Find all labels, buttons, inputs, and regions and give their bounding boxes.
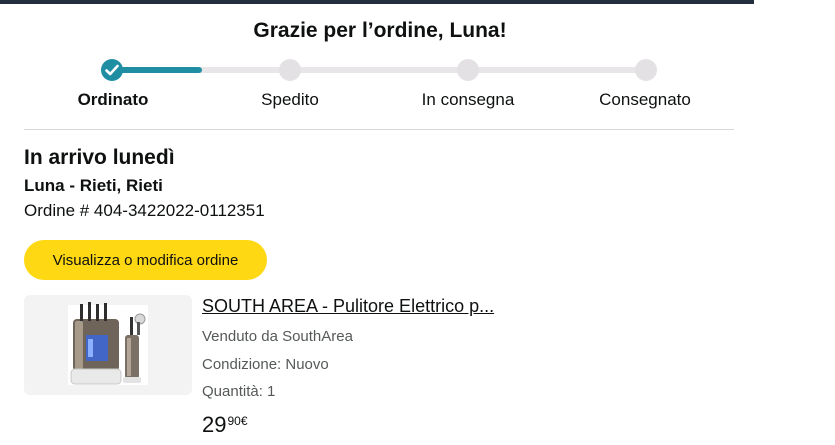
product-title-link[interactable]: SOUTH AREA - Pulitore Elettrico p... [202, 296, 494, 317]
product-price: 2990€ [202, 412, 248, 438]
step-shipped-dot [279, 59, 301, 81]
price-fraction: 90€ [227, 414, 248, 428]
step-delivered-dot [635, 59, 657, 81]
product-image[interactable] [24, 295, 192, 395]
step-label-in-delivery: In consegna [421, 90, 515, 109]
product-condition: Condizione: Nuovo [202, 356, 329, 373]
step-label-ordered: Ordinato [77, 90, 149, 109]
step-in-delivery-dot [457, 59, 479, 81]
progress-fill [112, 67, 202, 73]
delivery-address: Luna - Rieti, Rieti [24, 176, 163, 195]
arrival-date: In arrivo lunedì [24, 146, 175, 169]
product-quantity: Quantità: 1 [202, 383, 276, 400]
step-label-delivered: Consegnato [599, 90, 691, 109]
section-divider [24, 129, 734, 130]
step-ordered-check-icon [101, 59, 123, 81]
step-label-shipped: Spedito [261, 90, 319, 109]
order-number: Ordine # 404-3422022-0112351 [24, 201, 265, 220]
price-whole: 29 [202, 412, 227, 437]
page-title: Grazie per l’ordine, Luna! [253, 19, 507, 42]
top-bar [0, 0, 754, 4]
product-seller: Venduto da SouthArea [202, 328, 353, 345]
view-edit-order-button[interactable]: Visualizza o modifica ordine [24, 240, 267, 280]
